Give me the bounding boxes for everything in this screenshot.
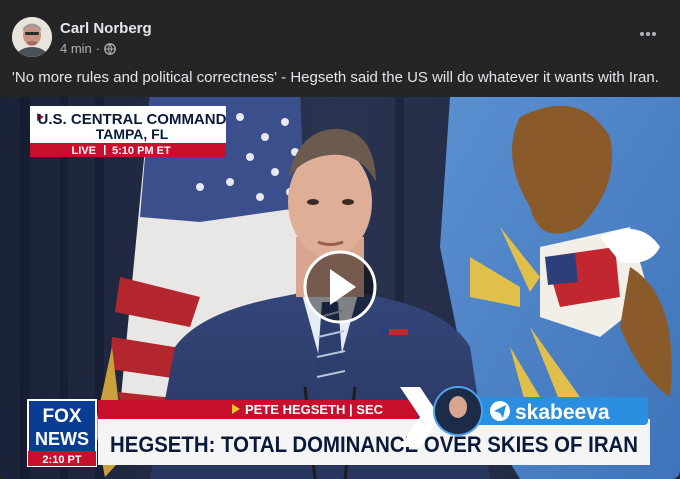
location-box: U.S. CENTRAL COMMAND TAMPA, FL LIVE 5:10…	[30, 106, 227, 157]
author-avatar[interactable]	[12, 17, 52, 57]
live-time: 5:10 PM ET	[112, 145, 171, 157]
live-label: LIVE	[72, 145, 96, 157]
name-bar-text: PETE HEGSETH | SEC	[245, 402, 384, 417]
name-bar: PETE HEGSETH | SEC	[98, 400, 418, 419]
headline-text: HEGSETH: TOTAL DOMINANCE OVER SKIES OF I…	[110, 432, 638, 457]
post-header: Carl Norberg 4 min ·	[0, 0, 680, 64]
fox-news-logo: FOX NEWS 2:10 PT	[27, 399, 97, 467]
video-player[interactable]: U.S. CENTRAL COMMAND TAMPA, FL LIVE 5:10…	[0, 97, 680, 479]
post-card: Carl Norberg 4 min · 'No more rules and …	[0, 0, 680, 479]
globe-icon[interactable]	[104, 42, 116, 55]
meta-separator: ·	[95, 41, 101, 56]
more-options-icon[interactable]	[634, 24, 662, 44]
headline-bar: HEGSETH: TOTAL DOMINANCE OVER SKIES OF I…	[98, 419, 650, 465]
post-meta: 4 min ·	[60, 41, 116, 56]
network-time: 2:10 PT	[42, 454, 81, 466]
author-name[interactable]: Carl Norberg	[60, 20, 152, 37]
network-line2: NEWS	[35, 429, 89, 449]
watermark-text: skabeeva	[515, 401, 610, 424]
post-caption: 'No more rules and political correctness…	[12, 69, 659, 86]
location-line2: TAMPA, FL	[96, 126, 169, 142]
play-icon[interactable]	[303, 250, 377, 324]
post-timestamp[interactable]: 4 min	[60, 41, 92, 56]
network-line1: FOX	[42, 406, 81, 427]
